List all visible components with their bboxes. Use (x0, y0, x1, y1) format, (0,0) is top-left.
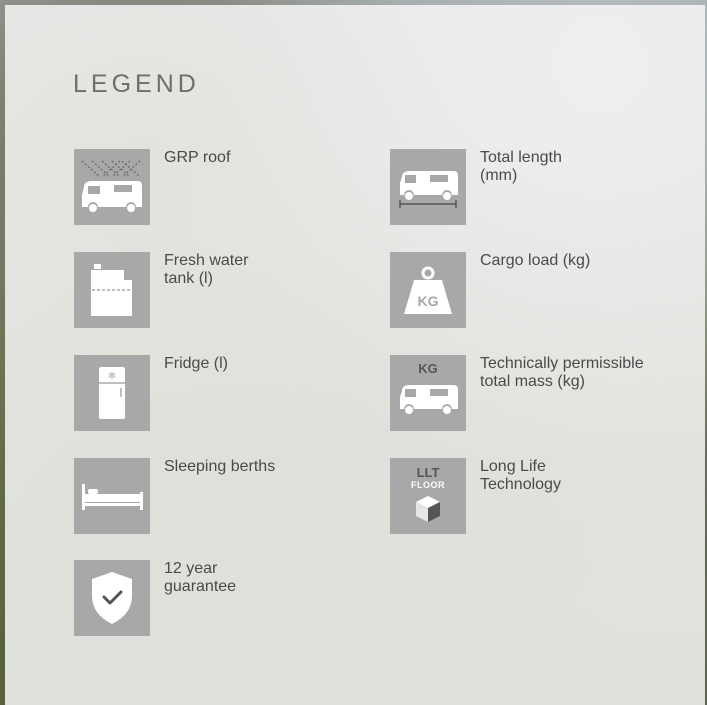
legend-label-total-mass: Technically permissible total mass (kg) (480, 355, 644, 390)
fresh-water-tank-icon (74, 252, 150, 328)
legend-label-grp-roof: GRP roof (164, 149, 231, 166)
legend-item-sleeping-berths: Sleeping berths (74, 458, 374, 538)
legend-label-guarantee: 12 year guarantee (164, 560, 237, 595)
grp-roof-icon (74, 149, 150, 225)
bed-icon (74, 458, 150, 534)
llt-text: LLT (417, 465, 440, 480)
legend-label-long-life-technology: Long Life Technology (480, 458, 561, 493)
legend-label-sleeping-berths: Sleeping berths (164, 458, 276, 475)
legend-item-guarantee: 12 year guarantee (74, 560, 374, 640)
total-length-icon (390, 149, 466, 225)
total-mass-icon: KG (390, 355, 466, 431)
legend-title: LEGEND (73, 70, 200, 98)
legend-label-total-length: Total length (mm) (480, 149, 562, 184)
shield-check-icon (74, 560, 150, 636)
legend-item-grp-roof: GRP roof (74, 149, 374, 229)
legend-item-fridge: ❄ Fridge (l) (74, 355, 374, 435)
legend-item-fresh-water-tank: Fresh water tank (l) (74, 252, 374, 332)
legend-item-long-life-technology: LLT FLOOR Long Life Technology (390, 458, 690, 538)
legend-label-fridge: Fridge (l) (164, 355, 229, 372)
legend-item-cargo-load: KG Cargo load (kg) (390, 252, 690, 332)
svg-text:❄: ❄ (108, 371, 116, 382)
floor-text: FLOOR (411, 480, 445, 490)
fridge-icon: ❄ (74, 355, 150, 431)
legend-item-total-mass: KG Technically permissible total mass (k… (390, 355, 690, 435)
legend-item-total-length: Total length (mm) (390, 149, 690, 229)
total-mass-kg-text: KG (418, 361, 438, 376)
llt-floor-icon: LLT FLOOR (390, 458, 466, 534)
cargo-kg-text: KG (418, 293, 439, 309)
legend-label-cargo-load: Cargo load (kg) (480, 252, 591, 269)
legend-label-fresh-water-tank: Fresh water tank (l) (164, 252, 249, 287)
cargo-load-weight-icon: KG (390, 252, 466, 328)
